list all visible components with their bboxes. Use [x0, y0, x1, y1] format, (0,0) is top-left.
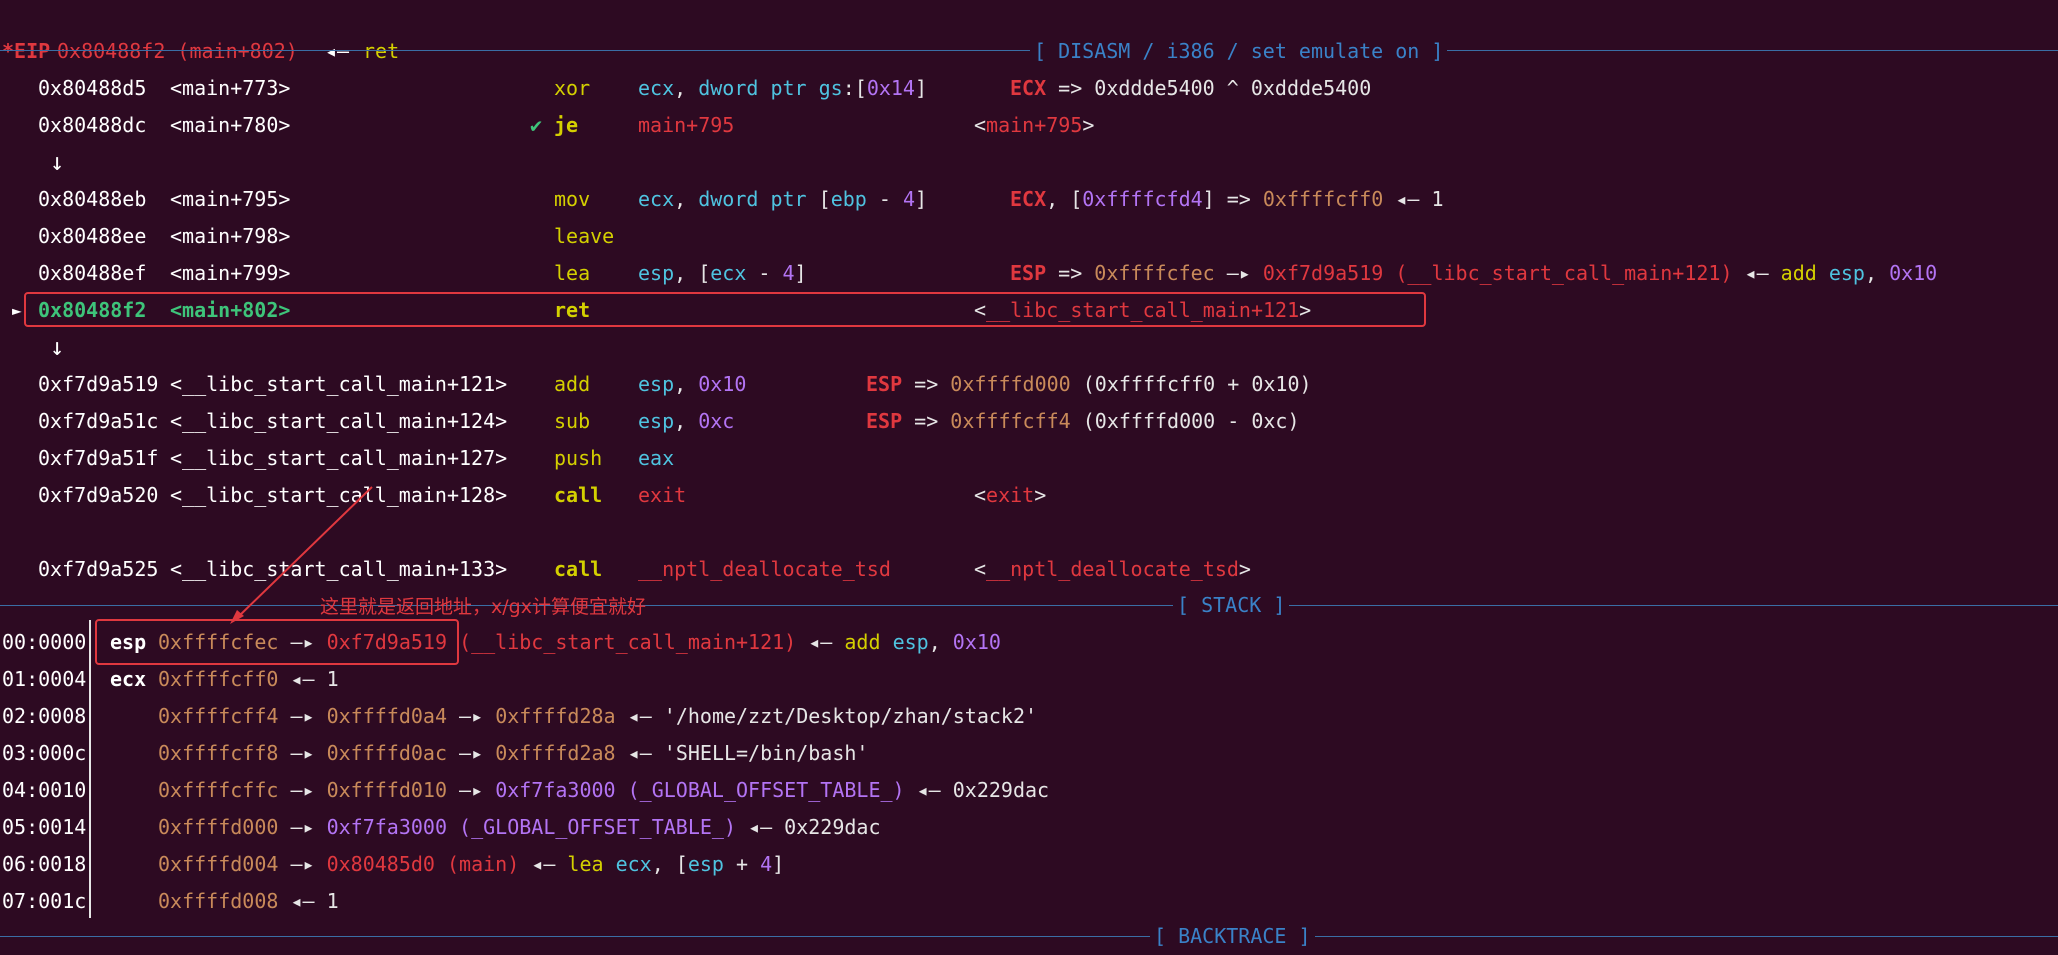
- eip-arrow: ◂—: [325, 39, 350, 63]
- disasm-row-target: <__nptl_deallocate_tsd>: [974, 557, 1251, 581]
- stack-row-index: 04:0010: [2, 778, 87, 802]
- disasm-row-symbol: <main+799>: [170, 261, 291, 285]
- stack-row-index: 07:001c: [2, 889, 87, 913]
- disasm-row-address[interactable]: 0xf7d9a51c: [38, 403, 158, 440]
- disasm-row-target: <main+795>: [974, 113, 1095, 137]
- disasm-row-comment: ECX, [0xffffcfd4] => 0xffffcff0 ◂— 1: [1010, 187, 1444, 211]
- stack-row-index: 06:0018: [2, 852, 87, 876]
- disasm-row-address[interactable]: 0xf7d9a525: [38, 551, 158, 588]
- stack-row-chain[interactable]: 0xffffcff8 —▸ 0xffffd0ac —▸ 0xffffd2a8 ◂…: [158, 735, 868, 772]
- stack-row-chain[interactable]: 0xffffcfec —▸ 0xf7d9a519 (__libc_start_c…: [158, 624, 1001, 661]
- disasm-row-mnemonic: ret: [554, 298, 591, 322]
- flow-down-arrow-icon: ↓: [50, 333, 65, 361]
- annotation-text: 这里就是返回地址，x/gx计算便宜就好: [320, 596, 646, 618]
- stack-row-index: 01:0004: [2, 667, 87, 691]
- disasm-row-address[interactable]: 0x80488f2: [38, 292, 146, 329]
- disasm-row-target: <exit>: [974, 483, 1047, 507]
- disasm-row-symbol: <main+780>: [170, 113, 291, 137]
- stack-divider: [89, 620, 91, 918]
- disasm-row-mnemonic: sub: [554, 409, 591, 433]
- stack-row-chain[interactable]: 0xffffd008 ◂— 1: [158, 883, 339, 920]
- disasm-row-address[interactable]: 0xf7d9a520: [38, 477, 158, 514]
- disasm-row-mnemonic: xor: [554, 76, 591, 100]
- branch-taken-check-icon: ✔: [530, 113, 543, 137]
- backtrace-header: [ BACKTRACE ]: [1150, 918, 1315, 955]
- stack-row-index: 03:000c: [2, 741, 87, 765]
- disasm-row-mnemonic: je: [554, 113, 579, 137]
- stack-separator: [0, 605, 2058, 606]
- stack-row-index: 05:0014: [2, 815, 87, 839]
- disasm-separator: [0, 50, 2058, 51]
- disasm-row-operands: ecx, dword ptr [ebp - 4]: [638, 187, 928, 211]
- disasm-row-operands: ecx, dword ptr gs:[0x14]: [638, 76, 928, 100]
- stack-row-register: esp: [110, 630, 147, 654]
- eip-register-value: 0x80488f2 (main+802): [57, 39, 298, 63]
- disasm-row-operands: __nptl_deallocate_tsd: [638, 557, 891, 581]
- disasm-row-address[interactable]: 0x80488ef: [38, 255, 146, 292]
- disasm-row-comment: ESP => 0xffffcfec —▸ 0xf7d9a519 (__libc_…: [1010, 261, 1938, 285]
- stack-row-index: 02:0008: [2, 704, 87, 728]
- disasm-row-operands: esp, 0xc: [638, 409, 735, 433]
- disasm-row-mnemonic: lea: [554, 261, 591, 285]
- stack-row-chain[interactable]: 0xffffd000 —▸ 0xf7fa3000 (_GLOBAL_OFFSET…: [158, 809, 881, 846]
- disasm-row-target: <__libc_start_call_main+121>: [974, 298, 1312, 322]
- stack-row-index: 00:0000: [2, 630, 87, 654]
- stack-row-chain[interactable]: 0xffffcff4 —▸ 0xffffd0a4 —▸ 0xffffd28a ◂…: [158, 698, 1037, 735]
- eip-register-name: *EIP: [2, 39, 51, 63]
- stack-row-chain[interactable]: 0xffffcff0 ◂— 1: [158, 661, 339, 698]
- eip-line: *EIP 0x80488f2 (main+802) ◂— ret: [0, 0, 399, 63]
- disasm-row-address[interactable]: 0x80488ee: [38, 218, 146, 255]
- disasm-row-symbol: <__libc_start_call_main+133>: [170, 557, 508, 581]
- disasm-row-mnemonic: push: [554, 446, 603, 470]
- disasm-row-operands: esp, [ecx - 4]: [638, 261, 807, 285]
- stack-row-chain[interactable]: 0xffffcffc —▸ 0xffffd010 —▸ 0xf7fa3000 (…: [158, 772, 1049, 809]
- disasm-row-comment: ESP => 0xffffcff4 (0xffffd000 - 0xc): [866, 409, 1300, 433]
- disasm-row-address[interactable]: 0x80488eb: [38, 181, 146, 218]
- disasm-header: [ DISASM / i386 / set emulate on ]: [1030, 33, 1448, 70]
- disasm-row-operands: exit: [638, 483, 687, 507]
- disasm-row-operands: main+795: [638, 113, 735, 137]
- disasm-row-mnemonic: mov: [554, 187, 591, 211]
- disasm-row-comment: ESP => 0xffffd000 (0xffffcff0 + 0x10): [866, 372, 1312, 396]
- eip-instruction: ret: [363, 39, 400, 63]
- backtrace-separator: [0, 936, 2058, 937]
- disasm-row-symbol: <__libc_start_call_main+124>: [170, 409, 508, 433]
- disasm-row-address[interactable]: 0x80488d5: [38, 70, 146, 107]
- stack-row-chain[interactable]: 0xffffd004 —▸ 0x80485d0 (main) ◂— lea ec…: [158, 846, 784, 883]
- current-instruction-marker-icon: ►: [12, 301, 22, 320]
- disasm-row-operands: esp, 0x10: [638, 372, 747, 396]
- disasm-row-address[interactable]: 0xf7d9a51f: [38, 440, 158, 477]
- disasm-row-mnemonic: leave: [554, 224, 615, 248]
- disasm-row-mnemonic: call: [554, 483, 603, 507]
- stack-header: [ STACK ]: [1173, 587, 1290, 624]
- disasm-row-mnemonic: call: [554, 557, 603, 581]
- disasm-row-symbol: <main+798>: [170, 224, 291, 248]
- disasm-row-symbol: <main+773>: [170, 76, 291, 100]
- disasm-row-symbol: <__libc_start_call_main+121>: [170, 372, 508, 396]
- disasm-row-symbol: <__libc_start_call_main+128>: [170, 483, 508, 507]
- disasm-row-operands: eax: [638, 446, 675, 470]
- disasm-row-mnemonic: add: [554, 372, 591, 396]
- disasm-row-symbol: <main+802>: [170, 298, 291, 322]
- disasm-row-comment: ECX => 0xddde5400 ^ 0xddde5400: [1010, 76, 1372, 100]
- flow-down-arrow-icon: ↓: [50, 148, 65, 176]
- stack-row-register: ecx: [110, 667, 147, 691]
- disasm-row-address[interactable]: 0x80488dc: [38, 107, 146, 144]
- disasm-row-symbol: <main+795>: [170, 187, 291, 211]
- disasm-row-symbol: <__libc_start_call_main+127>: [170, 446, 508, 470]
- disasm-row-address[interactable]: 0xf7d9a519: [38, 366, 158, 403]
